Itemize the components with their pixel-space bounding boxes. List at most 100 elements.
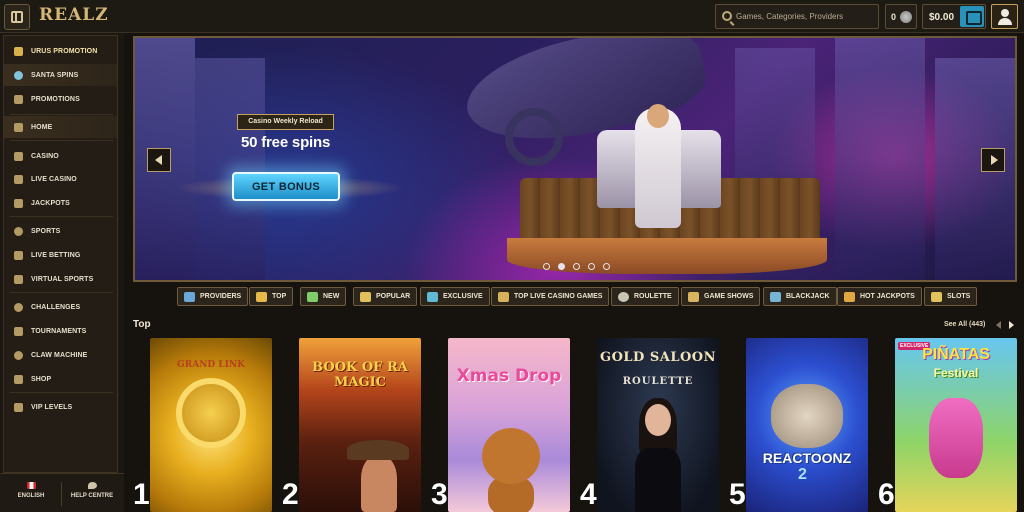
gift-icon <box>14 95 23 104</box>
sidebar-item-sports[interactable]: SPORTS <box>4 220 117 242</box>
carousel-next-button[interactable] <box>1006 319 1016 331</box>
rank-number: 6 <box>878 478 895 511</box>
banner-dot[interactable] <box>603 263 610 270</box>
game-subtitle: ROULETTE <box>622 376 694 387</box>
coins-button[interactable]: 0 <box>885 4 917 29</box>
banner-dot[interactable] <box>588 263 595 270</box>
game-title: Xmas Drop <box>456 366 562 386</box>
sidebar-item-casino[interactable]: CASINO <box>4 145 117 167</box>
game-card-gold-saloon-roulette[interactable]: GOLD SALOON ROULETTE <box>597 338 719 512</box>
menu-toggle-button[interactable] <box>4 4 30 30</box>
carousel-prev-button[interactable] <box>994 319 1004 331</box>
language-button[interactable]: ENGLISH <box>3 480 59 508</box>
providers-icon <box>184 292 195 302</box>
logo[interactable]: REALZ <box>39 5 109 25</box>
sidebar-item-tournaments[interactable]: TOURNAMENTS <box>4 320 117 342</box>
get-bonus-button[interactable]: GET BONUS <box>232 172 340 201</box>
game-title: PIÑATAS <box>922 346 990 363</box>
sidebar-item-vip-levels[interactable]: VIP LEVELS <box>4 396 117 418</box>
sidebar-item-claw-machine[interactable]: CLAW MACHINE <box>4 344 117 366</box>
new-icon <box>307 292 318 302</box>
search-icon <box>722 11 732 21</box>
game-subtitle: 2 <box>798 466 807 483</box>
sidebar-item-live-casino[interactable]: LIVE CASINO <box>4 168 117 190</box>
sidebar-item-urus-promotion[interactable]: URUS PROMOTION <box>4 40 117 62</box>
promo-title: 50 free spins <box>241 134 331 151</box>
sidebar-item-jackpots[interactable]: JACKPOTS <box>4 192 117 214</box>
sidebar-item-promotions[interactable]: PROMOTIONS <box>4 88 117 110</box>
category-providers[interactable]: PROVIDERS <box>177 287 249 306</box>
category-new[interactable]: NEW <box>300 287 347 306</box>
promo-banner[interactable]: Casino Weekly Reload 50 free spins GET B… <box>133 36 1017 282</box>
top-icon <box>256 292 267 302</box>
game-card-pinatas-festival[interactable]: EXCLUSIVE PIÑATAS Festival <box>895 338 1017 512</box>
banner-dot[interactable] <box>543 263 550 270</box>
category-game-shows[interactable]: GAME SHOWS <box>681 287 761 306</box>
category-exclusive[interactable]: EXCLUSIVE <box>420 287 490 306</box>
banner-dot[interactable] <box>573 263 580 270</box>
virtual-icon <box>14 275 23 284</box>
balance-button[interactable]: $0.00 <box>922 4 986 29</box>
category-blackjack[interactable]: BLACKJACK <box>763 287 837 306</box>
category-popular[interactable]: POPULAR <box>353 287 418 306</box>
section-title: Top <box>133 319 151 330</box>
cards-icon <box>14 175 23 184</box>
sidebar-toggle-icon <box>11 11 23 23</box>
home-icon <box>14 123 23 132</box>
sidebar-item-challenges[interactable]: CHALLENGES <box>4 296 117 318</box>
banner-dot-active[interactable] <box>558 263 565 270</box>
category-top[interactable]: TOP <box>249 287 294 306</box>
sidebar-footer: ENGLISH HELP CENTRE <box>0 473 124 512</box>
sidebar: URUS PROMOTION SANTA SPINS PROMOTIONS HO… <box>0 33 124 512</box>
banner-prev-button[interactable] <box>147 148 171 172</box>
rank-number: 3 <box>431 478 448 511</box>
sidebar-divider <box>10 216 113 217</box>
sidebar-item-home[interactable]: HOME <box>4 116 117 138</box>
game-title: REACTOONZ <box>762 450 852 466</box>
game-card-grand-link[interactable]: GRAND LINK <box>150 338 272 512</box>
category-top-live-casino-games[interactable]: TOP LIVE CASINO GAMES <box>491 287 610 306</box>
sidebar-divider <box>10 292 113 293</box>
hot-jackpots-icon <box>844 292 855 302</box>
dealer-artwork <box>645 404 671 436</box>
category-hot-jackpots[interactable]: HOT JACKPOTS <box>837 287 922 306</box>
category-roulette[interactable]: ROULETTE <box>611 287 679 306</box>
profile-button[interactable] <box>991 4 1018 29</box>
sidebar-divider <box>10 392 113 393</box>
search-input[interactable] <box>736 5 876 28</box>
footer-divider <box>61 482 62 506</box>
wallet-icon[interactable] <box>960 6 984 27</box>
ball-icon <box>14 227 23 236</box>
popular-icon <box>360 292 371 302</box>
game-title: GOLD SALOON <box>599 350 716 365</box>
see-all-link[interactable]: See All (443) <box>944 321 985 328</box>
rank-number: 2 <box>282 478 299 511</box>
category-slots[interactable]: SLOTS <box>924 287 978 306</box>
pinata-artwork <box>929 398 983 478</box>
rank-number: 5 <box>729 478 746 511</box>
game-card-xmas-drop[interactable]: Xmas Drop <box>448 338 570 512</box>
coin-artwork <box>176 378 246 448</box>
sidebar-item-santa-spins[interactable]: SANTA SPINS <box>4 64 117 86</box>
sidebar-item-shop[interactable]: SHOP <box>4 368 117 390</box>
sidebar-item-live-betting[interactable]: LIVE BETTING <box>4 244 117 266</box>
car-icon <box>14 47 23 56</box>
game-card-reactoonz-2[interactable]: REACTOONZ 2 <box>746 338 868 512</box>
search-box[interactable] <box>715 4 879 29</box>
sidebar-divider <box>10 140 113 141</box>
trophy-icon <box>14 303 23 312</box>
tournament-icon <box>14 327 23 336</box>
slot-machine-icon <box>14 152 23 161</box>
rotor-illustration <box>505 108 563 166</box>
game-card-book-of-ra-magic[interactable]: BOOK OF RA MAGIC <box>299 338 421 512</box>
chat-icon <box>87 482 97 489</box>
help-centre-button[interactable]: HELP CENTRE <box>64 480 120 508</box>
live-icon <box>14 251 23 260</box>
shop-icon <box>14 375 23 384</box>
user-icon <box>1001 9 1009 17</box>
rank-number: 4 <box>580 478 597 511</box>
banner-next-button[interactable] <box>981 148 1005 172</box>
roulette-icon <box>618 292 629 302</box>
banner-pagination <box>543 263 613 271</box>
sidebar-item-virtual-sports[interactable]: VIRTUAL SPORTS <box>4 268 117 290</box>
